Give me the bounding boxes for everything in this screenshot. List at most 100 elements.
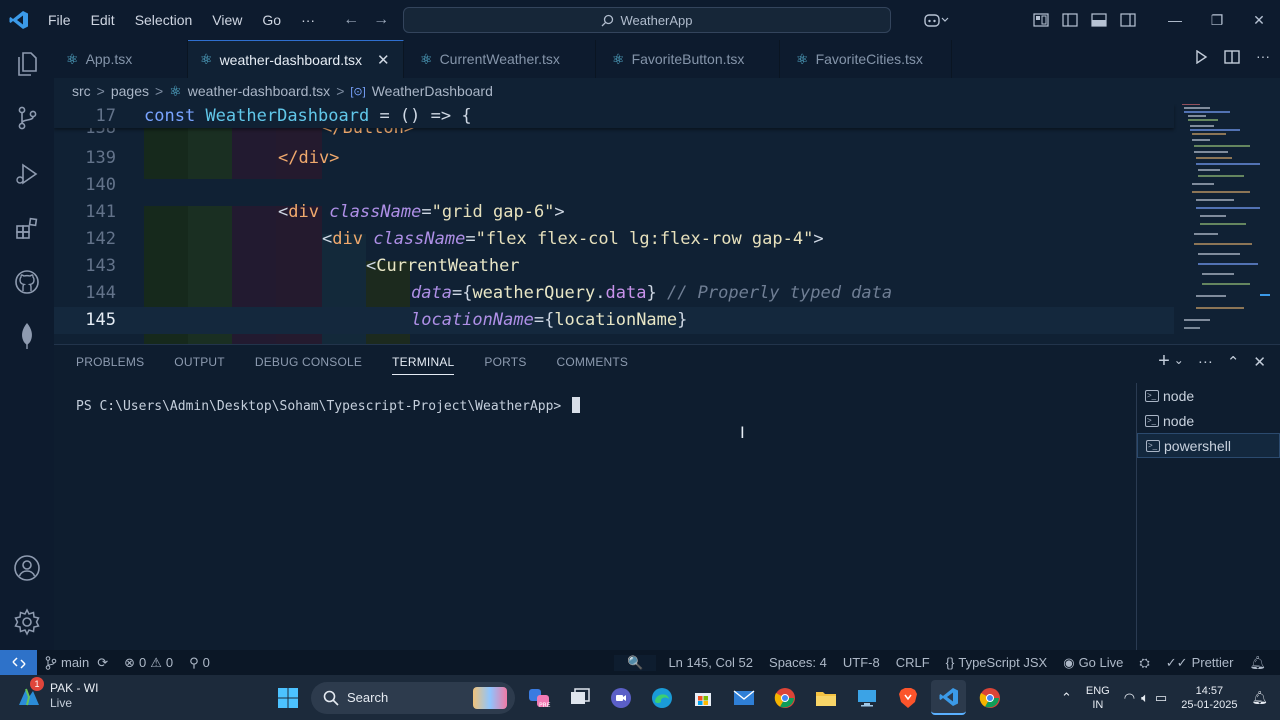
more-actions-icon[interactable]: ··· bbox=[1198, 353, 1213, 371]
chevron-down-icon[interactable]: ⌄ bbox=[1174, 353, 1184, 371]
teams-meet-icon[interactable] bbox=[603, 680, 638, 715]
remote-desktop-icon[interactable] bbox=[849, 680, 884, 715]
breadcrumb-src[interactable]: src bbox=[72, 83, 91, 99]
clock[interactable]: 14:57 25-01-2025 bbox=[1181, 684, 1237, 712]
terminal-cursor bbox=[572, 397, 581, 413]
line-ending[interactable]: CRLF bbox=[888, 655, 938, 670]
menu-selection[interactable]: Selection bbox=[125, 12, 203, 28]
language-mode[interactable]: {} TypeScript JSX bbox=[938, 655, 1056, 670]
restore-button[interactable]: ❐ bbox=[1196, 12, 1238, 29]
copilot-taskbar-icon[interactable]: PRE bbox=[521, 680, 556, 715]
tab-weather-dashboard[interactable]: ⚛ weather-dashboard.tsx ✕ bbox=[188, 40, 404, 78]
sync-icon[interactable]: ⟳ bbox=[97, 655, 116, 671]
edge-browser-icon[interactable] bbox=[644, 680, 679, 715]
terminal-item-node[interactable]: >_ node bbox=[1137, 383, 1280, 408]
new-terminal-icon[interactable]: + bbox=[1158, 351, 1170, 371]
close-panel-icon[interactable]: ✕ bbox=[1253, 353, 1266, 371]
minimap[interactable] bbox=[1170, 104, 1270, 344]
status-bar: main ⟳ ⊗ 0 ⚠ 0 ⚲ 0 🔍 Ln 145, Col 52 Spaces:… bbox=[0, 650, 1280, 675]
tab-ports[interactable]: PORTS bbox=[484, 355, 526, 375]
sticky-scroll-header[interactable]: 17 const WeatherDashboard = () => { bbox=[54, 104, 1174, 128]
cursor-position[interactable]: Ln 145, Col 52 bbox=[656, 655, 761, 670]
language-indicator[interactable]: ENG IN bbox=[1086, 684, 1110, 712]
remote-indicator-icon[interactable] bbox=[0, 650, 37, 675]
terminal-item-node[interactable]: >_ node bbox=[1137, 408, 1280, 433]
close-tab-icon[interactable]: ✕ bbox=[377, 51, 390, 69]
tab-favorite-button[interactable]: ⚛ FavoriteButton.tsx bbox=[596, 40, 780, 78]
tab-label: weather-dashboard.tsx bbox=[219, 51, 362, 68]
chrome-icon[interactable] bbox=[767, 680, 802, 715]
volume-icon[interactable]: 🔈︎ bbox=[1141, 690, 1149, 706]
split-editor-icon[interactable] bbox=[1224, 50, 1240, 67]
minimize-button[interactable]: — bbox=[1154, 12, 1196, 28]
breadcrumb-symbol[interactable]: WeatherDashboard bbox=[372, 83, 493, 99]
battery-icon[interactable]: ▭ bbox=[1155, 690, 1167, 706]
show-hidden-icons-icon[interactable]: ⌃ bbox=[1061, 690, 1072, 706]
line-number: 143 bbox=[85, 256, 116, 276]
copilot-status-icon[interactable]: ⛭ bbox=[1131, 655, 1157, 671]
run-debug-icon[interactable] bbox=[13, 160, 41, 188]
tab-current-weather[interactable]: ⚛ CurrentWeather.tsx bbox=[404, 40, 596, 78]
taskbar-search[interactable]: Search bbox=[311, 681, 515, 714]
prettier[interactable]: ✓✓ Prettier bbox=[1158, 655, 1242, 671]
tab-output[interactable]: OUTPUT bbox=[174, 355, 225, 375]
tab-terminal[interactable]: TERMINAL bbox=[392, 355, 455, 375]
brave-browser-icon[interactable] bbox=[890, 680, 925, 715]
mongodb-leaf-icon[interactable] bbox=[13, 322, 41, 350]
toggle-secondary-sidebar-icon[interactable] bbox=[1113, 13, 1142, 27]
maximize-panel-icon[interactable]: ⌃ bbox=[1227, 353, 1240, 371]
encoding[interactable]: UTF-8 bbox=[835, 655, 888, 670]
go-live[interactable]: ◉ Go Live bbox=[1055, 655, 1131, 671]
tab-favorite-cities[interactable]: ⚛ FavoriteCities.tsx bbox=[780, 40, 952, 78]
forward-arrow-icon[interactable]: → bbox=[373, 11, 389, 29]
windows-start-icon[interactable] bbox=[270, 680, 305, 715]
command-center[interactable]: WeatherApp bbox=[403, 7, 891, 33]
toggle-panel-icon[interactable] bbox=[1084, 13, 1113, 27]
indentation[interactable]: Spaces: 4 bbox=[761, 655, 835, 670]
code-editor[interactable]: 138 </Button> 139 </div> 140 141 <div cl… bbox=[54, 104, 1280, 344]
menu-file[interactable]: File bbox=[38, 12, 81, 28]
ports-indicator[interactable]: ⚲ 0 bbox=[181, 655, 218, 671]
github-icon[interactable] bbox=[13, 268, 41, 296]
source-control-icon[interactable] bbox=[13, 104, 41, 132]
menu-bar: File Edit Selection View Go ··· bbox=[38, 12, 325, 28]
extensions-icon[interactable] bbox=[13, 214, 41, 242]
tab-problems[interactable]: PROBLEMS bbox=[76, 355, 144, 375]
menu-edit[interactable]: Edit bbox=[81, 12, 125, 28]
account-icon[interactable] bbox=[13, 554, 41, 582]
line-number: 142 bbox=[85, 229, 116, 249]
wifi-icon[interactable]: ◠ bbox=[1124, 690, 1135, 706]
terminal-item-powershell[interactable]: >_ powershell bbox=[1137, 433, 1280, 458]
menu-view[interactable]: View bbox=[202, 12, 252, 28]
breadcrumb-file[interactable]: weather-dashboard.tsx bbox=[188, 83, 330, 99]
notification-center-icon[interactable]: 🔔︎ bbox=[1251, 690, 1268, 706]
manage-gear-icon[interactable] bbox=[13, 608, 41, 636]
terminal-output[interactable]: PS C:\Users\Admin\Desktop\Soham\Typescri… bbox=[76, 397, 581, 414]
customize-layout-icon[interactable] bbox=[1026, 13, 1055, 27]
breadcrumb-pages[interactable]: pages bbox=[111, 83, 149, 99]
back-arrow-icon[interactable]: ← bbox=[343, 11, 359, 29]
git-branch[interactable]: main bbox=[37, 655, 97, 670]
problems-indicator[interactable]: ⊗ 0 ⚠ 0 bbox=[116, 655, 181, 671]
notifications-bell-icon[interactable]: 🔔︎ bbox=[1241, 655, 1280, 671]
run-file-icon[interactable] bbox=[1194, 49, 1208, 67]
mail-icon[interactable] bbox=[726, 680, 761, 715]
microsoft-store-icon[interactable] bbox=[685, 680, 720, 715]
task-view-icon[interactable] bbox=[562, 680, 597, 715]
tab-app[interactable]: ⚛ App.tsx bbox=[54, 40, 188, 78]
zoom-icon[interactable]: 🔍 bbox=[614, 654, 657, 671]
more-actions-icon[interactable]: ··· bbox=[1256, 49, 1270, 67]
menu-go[interactable]: Go bbox=[252, 12, 291, 28]
tab-comments[interactable]: COMMENTS bbox=[557, 355, 629, 375]
weather-widget[interactable]: 1 PAK - WI Live bbox=[16, 677, 98, 711]
copilot-icon[interactable] bbox=[916, 12, 956, 28]
vscode-taskbar-icon[interactable] bbox=[931, 680, 966, 715]
file-explorer-icon[interactable] bbox=[808, 680, 843, 715]
braces-icon: {} bbox=[945, 655, 955, 670]
chrome-profile-icon[interactable] bbox=[972, 680, 1007, 715]
explorer-icon[interactable] bbox=[13, 50, 41, 78]
menu-more[interactable]: ··· bbox=[291, 12, 325, 28]
tab-debug-console[interactable]: DEBUG CONSOLE bbox=[255, 355, 362, 375]
close-window-button[interactable]: ✕ bbox=[1238, 12, 1280, 29]
toggle-sidebar-icon[interactable] bbox=[1055, 13, 1084, 27]
